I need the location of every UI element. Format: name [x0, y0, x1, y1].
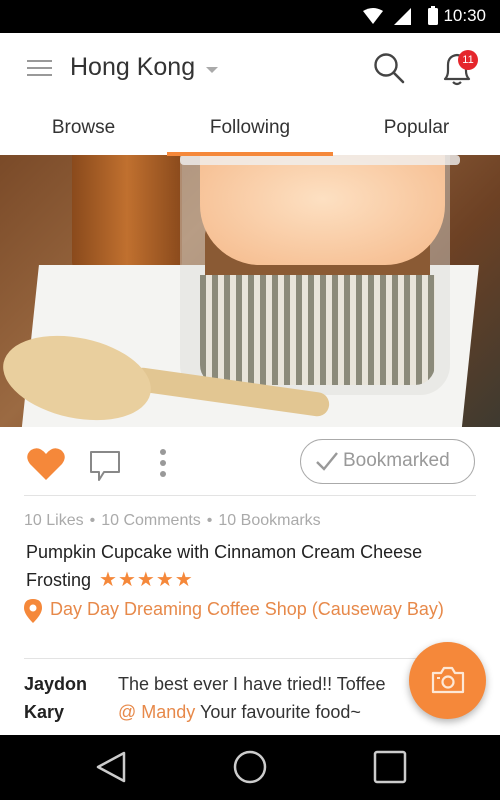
photo-cup-rim: [180, 155, 460, 165]
comment-item: Kary @ Mandy Your favourite food~: [24, 702, 484, 730]
likes-count[interactable]: 10 Likes: [24, 512, 84, 529]
comment-text-wrap: @ Mandy Your favourite food~: [118, 702, 361, 723]
notification-badge: 11: [458, 50, 478, 70]
camera-fab-button[interactable]: [409, 642, 486, 719]
system-nav-bar: [0, 735, 500, 800]
bookmarked-button[interactable]: Bookmarked: [300, 439, 475, 484]
bookmarks-count[interactable]: 10 Bookmarks: [218, 512, 320, 529]
divider: [24, 658, 476, 659]
comment-icon[interactable]: [88, 449, 122, 483]
photo-jar: [72, 155, 182, 270]
comment-author[interactable]: Jaydon: [24, 674, 87, 695]
wifi-icon: [363, 8, 383, 24]
heart-icon[interactable]: [26, 447, 66, 481]
recents-icon[interactable]: [370, 749, 410, 785]
location-pin-icon: [24, 599, 42, 623]
comment-author[interactable]: Kary: [24, 702, 64, 723]
clock: 10:30: [443, 6, 486, 25]
search-icon[interactable]: [372, 51, 406, 85]
comments-count[interactable]: 10 Comments: [101, 512, 201, 529]
check-icon: [316, 452, 338, 471]
more-options-icon[interactable]: [155, 449, 171, 481]
comment-text: The best ever I have tried!! Toffee: [118, 674, 386, 694]
comment-mention[interactable]: @ Mandy: [118, 702, 195, 722]
post-title: Pumpkin Cupcake with Cinnamon Cream Chee…: [26, 542, 423, 590]
tab-following[interactable]: Following: [167, 117, 333, 139]
active-tab-indicator: [167, 152, 333, 156]
divider: [24, 495, 476, 496]
signal-icon: [394, 8, 411, 25]
tab-popular[interactable]: Popular: [333, 117, 500, 139]
caret-down-icon[interactable]: [206, 67, 218, 73]
tab-browse[interactable]: Browse: [0, 117, 167, 139]
bookmarked-label: Bookmarked: [343, 450, 450, 471]
location-name[interactable]: Day Day Dreaming Coffee Shop (Causeway B…: [50, 597, 450, 621]
post-photo[interactable]: [0, 155, 500, 427]
battery-icon: [428, 6, 438, 25]
camera-icon: [431, 666, 465, 694]
app-bar: Hong Kong: [0, 33, 500, 105]
status-bar: 10:30: [0, 0, 500, 33]
rating-stars: ★★★★★: [99, 569, 194, 591]
post-actions: Bookmarked: [0, 427, 500, 495]
comment-text: Your favourite food~: [195, 702, 361, 722]
post-stats: 10 Likes • 10 Comments • 10 Bookmarks: [24, 512, 321, 529]
photo-frosting: [200, 155, 445, 265]
city-selector[interactable]: Hong Kong: [70, 53, 195, 82]
back-icon[interactable]: [92, 749, 132, 785]
photo-liner: [200, 275, 435, 385]
post-title-block: Pumpkin Cupcake with Cinnamon Cream Chee…: [26, 538, 476, 594]
hamburger-menu-icon[interactable]: [27, 60, 52, 78]
tab-bar: Browse Following Popular: [0, 105, 500, 155]
home-icon[interactable]: [230, 749, 270, 785]
